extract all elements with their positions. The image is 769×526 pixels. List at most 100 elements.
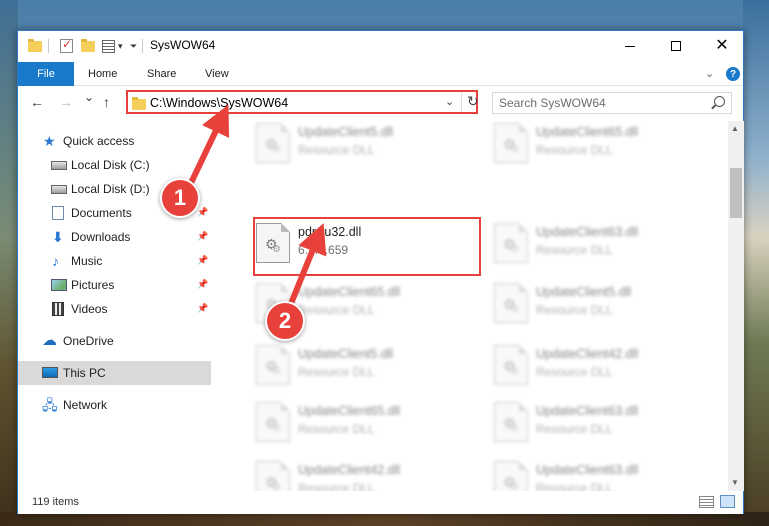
pin-icon[interactable]: 📌 (197, 231, 208, 242)
dll-file-icon: ⚙⚙ (494, 461, 528, 491)
pictures-icon (51, 279, 67, 291)
music-icon: ♪ (52, 253, 59, 269)
file-name: UpdateClient63.dll (536, 463, 639, 477)
disk-icon (51, 161, 67, 170)
search-input[interactable]: Search SysWOW64 (492, 92, 732, 114)
new-folder-icon[interactable] (81, 38, 95, 54)
file-item[interactable]: ⚙ ⚙ UpdateClient63.dll Resource DLL (486, 455, 712, 491)
sidebar-item-videos[interactable]: Videos 📌 (18, 297, 211, 321)
file-name: UpdateClient5.dll (298, 347, 394, 361)
address-bar[interactable]: C:\Windows\SysWOW64 ⌄ ↻ (126, 90, 479, 114)
back-button[interactable]: ← (30, 94, 44, 110)
sidebar-item-label: OneDrive (63, 334, 114, 348)
file-item[interactable]: ⚙ ⚙ UpdateClient42.dll Resource DLL (248, 455, 474, 491)
tab-file[interactable]: File (18, 62, 74, 86)
file-name: UpdateClient42.dll (298, 463, 401, 477)
file-item[interactable]: ⚙⚙ UpdateClient65.dll Resource DLL (248, 396, 474, 452)
properties-check-icon[interactable] (60, 37, 73, 54)
desktop-wallpaper-right (743, 0, 769, 526)
scroll-up-icon[interactable]: ▲ (731, 124, 739, 133)
file-name: UpdateClient5.dll (298, 125, 394, 139)
sidebar-item-music[interactable]: ♪ Music 📌 (18, 249, 211, 273)
customize-menu-icon[interactable]: ⏷ (130, 38, 137, 54)
sidebar-item-pictures[interactable]: Pictures 📌 (18, 273, 211, 297)
sidebar-item-quick-access[interactable]: ★ Quick access (18, 129, 211, 153)
forward-button[interactable]: → (59, 94, 73, 110)
onedrive-icon: ☁ (42, 332, 57, 349)
pin-icon[interactable]: 📌 (197, 255, 208, 266)
file-description: Resource DLL (298, 365, 375, 379)
star-icon: ★ (43, 133, 56, 149)
file-item[interactable]: ⚙ ⚙ UpdateClient63.dll Resource DLL (486, 217, 712, 273)
scrollbar-thumb[interactable] (730, 168, 742, 218)
file-item[interactable]: ⚙ ⚙ UpdateClient42.dll Resource DLL (486, 339, 712, 395)
sidebar-item-onedrive[interactable]: ☁ OneDrive (18, 329, 211, 353)
sidebar-item-label: Downloads (71, 230, 131, 244)
file-item[interactable]: ⚙ ⚙ UpdateClient63.dll Resource DLL (486, 396, 712, 452)
scroll-down-icon[interactable]: ▼ (731, 478, 739, 487)
sidebar-item-label: Pictures (71, 278, 115, 292)
file-item[interactable]: ⚙ ⚙ UpdateClient5.dll Resource DLL (486, 277, 712, 333)
customize-caret-icon[interactable]: ▾ (118, 38, 123, 54)
tab-view[interactable]: View (205, 68, 229, 80)
address-history-chevron-icon[interactable]: ⌄ (445, 95, 454, 108)
dll-file-icon: ⚙⚙ (494, 123, 528, 163)
title-separator (142, 38, 143, 54)
vertical-scrollbar[interactable]: ▲ ▼ (728, 121, 744, 491)
address-folder-icon (132, 97, 146, 110)
sidebar-item-this-pc[interactable]: This PC (18, 361, 211, 385)
expand-ribbon-icon[interactable]: ⌄ (705, 67, 714, 80)
qa-separator (48, 38, 49, 54)
file-item[interactable]: ⚙ ⚙ UpdateClient5.dll Resource DLL (248, 121, 474, 173)
dll-file-icon: ⚙⚙ (256, 402, 290, 442)
large-icons-view-icon[interactable] (720, 495, 735, 508)
file-name: UpdateClient63.dll (536, 225, 639, 239)
file-description: Resource DLL (298, 481, 375, 491)
address-separator (461, 92, 462, 112)
dll-file-icon: ⚙⚙ (494, 345, 528, 385)
file-name: UpdateClient5.dll (536, 285, 632, 299)
sidebar-item-label: Network (63, 398, 108, 412)
sidebar-item-local-disk-c[interactable]: Local Disk (C:) (18, 153, 211, 177)
file-description: Resource DLL (298, 303, 375, 317)
pin-icon[interactable]: 📌 (197, 279, 208, 290)
minimize-button[interactable] (607, 31, 653, 61)
file-description: Resource DLL (536, 143, 613, 157)
this-pc-icon (42, 367, 58, 378)
sidebar-item-network[interactable]: 🖧 Network (18, 393, 211, 417)
title-bar: ▾ ⏷ SysWOW64 ✕ (18, 31, 743, 61)
file-item[interactable]: ⚙ ⚙ UpdateClient5.dll Resource DLL (248, 339, 474, 395)
file-description: Resource DLL (298, 422, 375, 436)
file-name: UpdateClient65.dll (536, 125, 639, 139)
details-view-icon[interactable] (699, 496, 714, 508)
dll-file-icon: ⚙⚙ (256, 461, 290, 491)
pin-icon[interactable]: 📌 (197, 303, 208, 314)
file-item[interactable]: ⚙⚙ UpdateClient65.dll Resource DLL (486, 121, 712, 173)
close-button[interactable]: ✕ (699, 31, 745, 61)
file-description: Resource DLL (536, 365, 613, 379)
sidebar-item-downloads[interactable]: ⬇ Downloads 📌 (18, 225, 211, 249)
search-icon (714, 96, 725, 107)
folder-icon[interactable] (28, 38, 42, 54)
file-explorer-window: ▾ ⏷ SysWOW64 ✕ File Home Share View ⌄ ? … (17, 30, 744, 514)
help-icon[interactable]: ? (726, 67, 740, 81)
maximize-button[interactable] (653, 31, 699, 61)
step-badge-1: 1 (160, 178, 200, 218)
tab-home[interactable]: Home (88, 68, 117, 80)
close-icon: ✕ (715, 37, 729, 54)
file-description: Resource DLL (536, 481, 613, 491)
up-button[interactable]: ↑ (103, 94, 110, 110)
dll-file-icon: ⚙⚙ (494, 283, 528, 323)
sidebar-item-label: Local Disk (D:) (71, 182, 150, 196)
dll-file-icon: ⚙⚙ (256, 123, 290, 163)
properties-icon[interactable] (102, 38, 115, 54)
tab-share[interactable]: Share (147, 68, 176, 80)
address-path[interactable]: C:\Windows\SysWOW64 (150, 96, 288, 110)
desktop-wallpaper-left (0, 0, 18, 526)
recent-locations-button[interactable]: ⌄ (84, 90, 94, 104)
refresh-icon[interactable]: ↻ (467, 93, 479, 110)
pin-icon[interactable]: 📌 (197, 207, 208, 218)
file-name: UpdateClient65.dll (298, 404, 401, 418)
window-title: SysWOW64 (150, 38, 216, 52)
highlight-box (253, 217, 481, 276)
